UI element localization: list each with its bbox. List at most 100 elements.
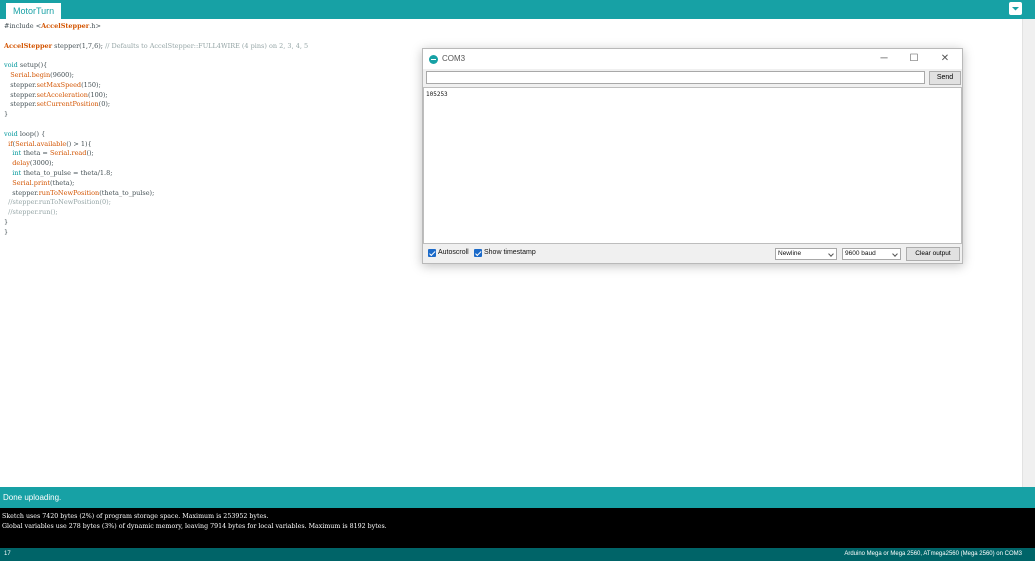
code-line[interactable]: stepper.runToNewPosition(theta_to_pulse)… (4, 189, 308, 199)
code-line[interactable]: AccelStepper stepper(1,7,6); // Defaults… (4, 42, 308, 52)
code-text[interactable]: #include <AccelStepper.h> AccelStepper s… (4, 22, 308, 238)
serial-monitor-titlebar[interactable]: COM3 ─ ☐ ✕ (423, 49, 962, 69)
chevron-down-icon (892, 251, 898, 257)
autoscroll-checkbox[interactable] (428, 249, 436, 257)
code-line[interactable]: delay(3000); (4, 159, 308, 169)
serial-output-text: 105253 (426, 91, 448, 98)
code-token: begin (31, 70, 51, 79)
code-line[interactable]: void loop() { (4, 130, 308, 140)
code-line[interactable]: if(Serial.available() > 1){ (4, 140, 308, 150)
code-line[interactable]: int theta = Serial.read(); (4, 149, 308, 159)
code-token: (150); (81, 80, 101, 89)
show-timestamp-label: Show timestamp (484, 249, 536, 256)
code-token: //stepper.run(); (4, 208, 58, 217)
status-message: Done uploading. (0, 487, 1035, 508)
code-token: //stepper.runToNewPosition(0); (4, 198, 111, 207)
code-token: (theta); (49, 178, 75, 187)
code-token: delay (12, 159, 30, 168)
clear-output-button[interactable]: Clear output (906, 247, 960, 261)
code-line[interactable]: #include <AccelStepper.h> (4, 22, 308, 32)
code-line[interactable]: } (4, 228, 308, 238)
code-token: theta = (21, 149, 50, 158)
chevron-down-icon (828, 251, 834, 257)
code-token: void (4, 61, 18, 70)
code-token: AccelStepper (4, 41, 53, 50)
code-token: Serial (15, 139, 35, 148)
code-line[interactable]: //stepper.run(); (4, 208, 308, 218)
board-info: Arduino Mega or Mega 2560, ATmega2560 (M… (844, 551, 1022, 557)
arduino-logo-icon (429, 55, 438, 64)
code-line[interactable]: void setup(){ (4, 61, 308, 71)
code-token: (theta_to_pulse); (99, 188, 155, 197)
serial-monitor-footer: Autoscroll Show timestamp Newline 9600 b… (423, 245, 962, 263)
code-token: #include < (4, 22, 42, 30)
code-token: available (36, 139, 67, 148)
code-token: stepper. (4, 90, 37, 99)
code-line[interactable]: stepper.setAcceleration(100); (4, 91, 308, 101)
autoscroll-label: Autoscroll (438, 249, 469, 256)
close-icon[interactable]: ✕ (938, 52, 952, 66)
code-line[interactable]: Serial.begin(9600); (4, 71, 308, 81)
code-token: loop() { (17, 129, 46, 138)
code-token: AccelStepper (41, 22, 90, 30)
baud-rate-select[interactable]: 9600 baud (842, 248, 901, 260)
code-line[interactable]: //stepper.runToNewPosition(0); (4, 198, 308, 208)
send-button[interactable]: Send (929, 71, 961, 85)
footer-bar: 17 Arduino Mega or Mega 2560, ATmega2560… (0, 548, 1035, 561)
serial-output-area[interactable]: 105253 (423, 87, 962, 244)
code-token: .h> (89, 22, 101, 30)
code-token: runToNewPosition (38, 188, 100, 197)
code-line[interactable] (4, 32, 308, 42)
maximize-icon[interactable]: ☐ (907, 52, 921, 66)
code-token: Serial (10, 70, 30, 79)
code-token: read (71, 149, 87, 158)
code-token: (); (86, 149, 94, 158)
serial-monitor-window: COM3 ─ ☐ ✕ Send 105253 Autoscroll Show t… (422, 48, 963, 264)
tab-motorturn[interactable]: MotorTurn (6, 3, 62, 19)
code-token: // Defaults to AccelStepper::FULL4WIRE (… (105, 41, 309, 50)
code-token: stepper. (4, 188, 39, 197)
code-token: setAcceleration (36, 90, 88, 99)
console-line: Sketch uses 7420 bytes (2%) of program s… (2, 513, 269, 520)
line-ending-select[interactable]: Newline (775, 248, 837, 260)
code-line[interactable]: stepper.setCurrentPosition(0); (4, 100, 308, 110)
code-token: theta_to_pulse = theta/1.8; (21, 168, 113, 177)
code-token: int (12, 168, 22, 177)
code-token: setup(){ (17, 61, 48, 70)
line-number: 17 (4, 551, 11, 557)
code-line[interactable] (4, 120, 308, 130)
chevron-down-icon (1012, 7, 1019, 11)
code-token: void (4, 129, 18, 138)
code-token: stepper. (4, 100, 37, 109)
console-output[interactable]: Sketch uses 7420 bytes (2%) of program s… (0, 508, 1035, 548)
show-timestamp-checkbox[interactable] (474, 249, 482, 257)
code-line[interactable]: int theta_to_pulse = theta/1.8; (4, 169, 308, 179)
code-line[interactable]: } (4, 218, 308, 228)
editor-scrollbar[interactable] (1022, 19, 1035, 487)
code-token: setCurrentPosition (36, 100, 99, 109)
code-token: stepper(1,7,6); (52, 41, 106, 50)
code-token: } (4, 217, 9, 226)
code-token: (3000); (29, 159, 54, 168)
tab-bar: MotorTurn (0, 0, 1035, 19)
code-token: } (4, 227, 9, 236)
code-line[interactable]: stepper.setMaxSpeed(150); (4, 81, 308, 91)
code-token: () > 1){ (66, 139, 92, 148)
line-ending-value: Newline (778, 250, 802, 257)
code-token: Serial (12, 178, 32, 187)
code-token: Serial (49, 149, 70, 158)
code-token: (0); (98, 100, 111, 109)
code-line[interactable]: Serial.print(theta); (4, 179, 308, 189)
code-token: stepper. (4, 80, 37, 89)
code-line[interactable]: } (4, 110, 308, 120)
code-token: (100); (87, 90, 108, 99)
serial-send-input[interactable] (426, 71, 925, 84)
minimize-icon[interactable]: ─ (877, 52, 891, 66)
console-line: Global variables use 278 bytes (3%) of d… (2, 522, 387, 530)
code-token: } (4, 110, 9, 119)
code-token: setMaxSpeed (36, 80, 82, 89)
tab-menu-button[interactable] (1009, 2, 1022, 15)
code-line[interactable] (4, 51, 308, 61)
code-token: int (12, 149, 22, 158)
code-token: print (33, 178, 50, 187)
